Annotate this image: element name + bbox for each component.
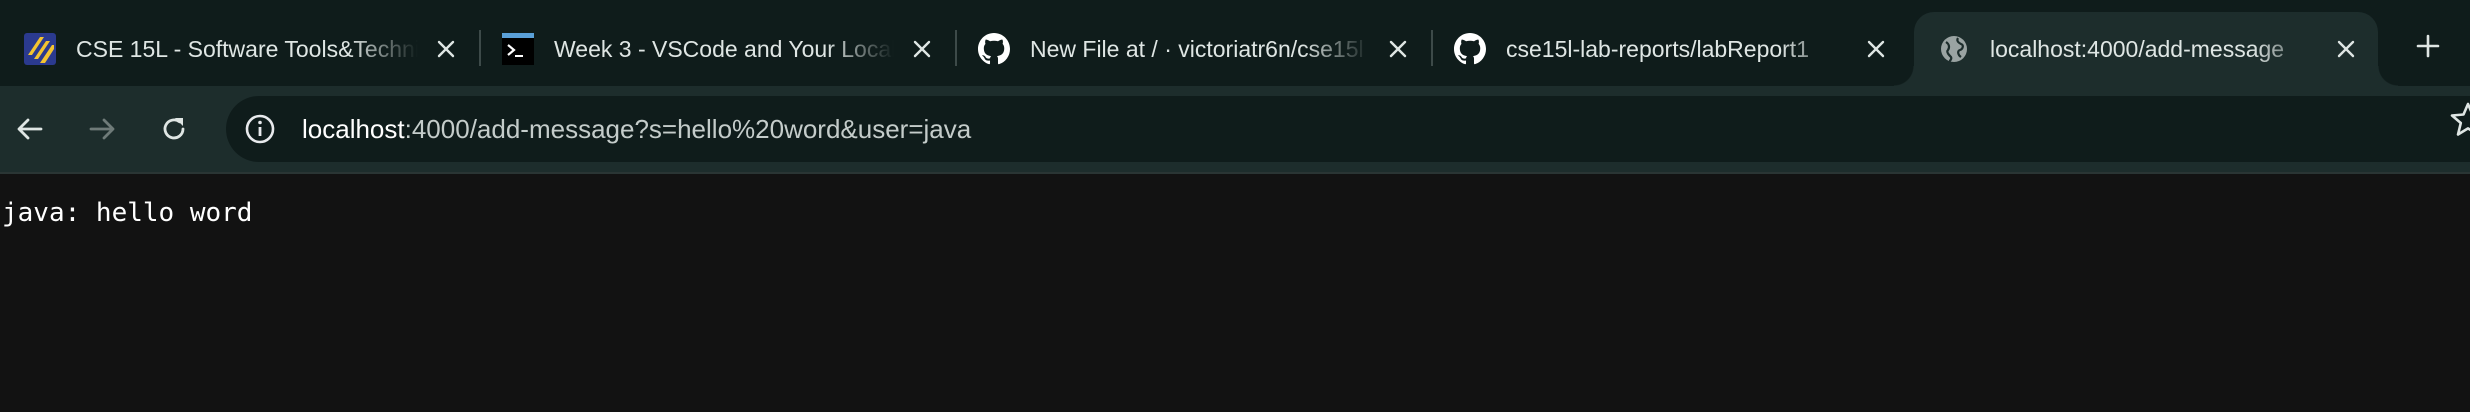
globe-icon — [1938, 33, 1970, 65]
url-path: :4000/add-message?s=hello%20word&user=ja… — [404, 113, 972, 144]
tab-title: localhost:4000/add-message — [1990, 35, 2285, 62]
bookmark-star-icon[interactable] — [2448, 100, 2470, 140]
address-bar[interactable]: localhost:4000/add-message?s=hello%20wor… — [226, 96, 2470, 162]
tab-cse15l[interactable]: CSE 15L - Software Tools&Techniques — [0, 12, 478, 86]
close-tab-icon[interactable] — [430, 33, 462, 65]
github-icon — [978, 33, 1010, 65]
site-info-icon[interactable] — [238, 107, 282, 151]
tab-week3-vscode[interactable]: Week 3 - VSCode and Your Local — [478, 12, 954, 86]
close-tab-icon[interactable] — [906, 33, 938, 65]
close-tab-icon[interactable] — [2330, 33, 2362, 65]
new-tab-button[interactable] — [2400, 18, 2456, 74]
url-text[interactable]: localhost:4000/add-message?s=hello%20wor… — [302, 114, 971, 145]
arrow-left-icon — [17, 118, 43, 140]
arrow-right-icon — [89, 118, 115, 140]
reload-icon — [163, 118, 185, 140]
page-content: java: hello word — [0, 174, 2470, 412]
url-host: localhost — [302, 113, 405, 144]
tab-title: New File at / · victoriatr6n/cse15l — [1030, 35, 1364, 62]
close-tab-icon[interactable] — [1860, 33, 1892, 65]
tab-title: cse15l-lab-reports/labReport1 — [1506, 35, 1809, 62]
tab-strip: CSE 15L - Software Tools&Techniques Week… — [0, 0, 2470, 86]
tab-localhost-active[interactable]: localhost:4000/add-message — [1894, 12, 2398, 86]
close-tab-icon[interactable] — [1382, 33, 1414, 65]
tab-title: CSE 15L - Software Tools&Techniques — [76, 35, 418, 62]
browser-toolbar: localhost:4000/add-message?s=hello%20wor… — [0, 86, 2470, 172]
tab-github-lab-reports[interactable]: cse15l-lab-reports/labReport1 — [1430, 12, 1908, 86]
plus-icon — [2416, 34, 2440, 58]
tab-title: Week 3 - VSCode and Your Local — [554, 35, 894, 62]
stripes-favicon-icon — [24, 33, 56, 65]
reload-button[interactable] — [148, 103, 200, 155]
back-button[interactable] — [4, 103, 56, 155]
forward-button[interactable] — [76, 103, 128, 155]
page-body-text: java: hello word — [2, 198, 253, 228]
github-icon — [1454, 33, 1486, 65]
tab-github-new-file[interactable]: New File at / · victoriatr6n/cse15l — [954, 12, 1430, 86]
terminal-favicon-icon — [502, 33, 534, 65]
